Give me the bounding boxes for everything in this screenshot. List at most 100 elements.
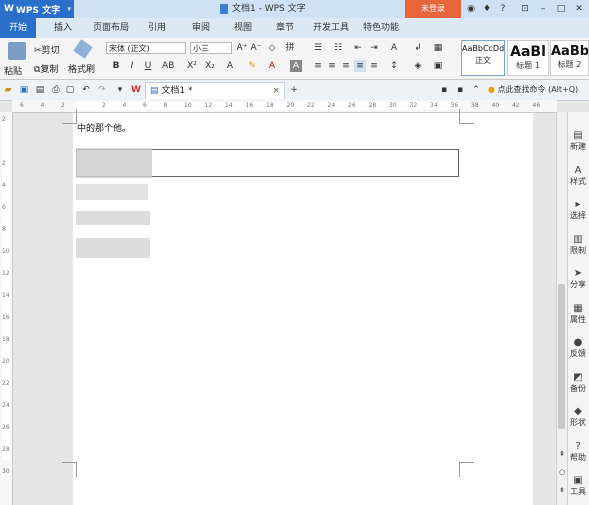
sidebar-item-select[interactable]: ▸ 选择 bbox=[567, 199, 589, 221]
layout-icon[interactable]: ▪ bbox=[438, 84, 450, 96]
pinyin-icon[interactable]: 拼 bbox=[284, 42, 296, 54]
tab-insert[interactable]: 插入 bbox=[48, 18, 78, 38]
style-normal[interactable]: AaBbCcDd 正文 bbox=[461, 40, 505, 76]
ruler-tick-label: 30 bbox=[389, 102, 397, 109]
skin-icon[interactable]: ◉ bbox=[464, 2, 478, 16]
redacted-content bbox=[76, 184, 148, 200]
grow-font-icon[interactable]: A⁺ bbox=[236, 42, 248, 54]
scrollbar-thumb[interactable] bbox=[558, 284, 565, 429]
tab-page-layout[interactable]: 页面布局 bbox=[88, 18, 134, 38]
ruler-tick-label: 4 bbox=[122, 102, 127, 109]
ruler-tick-label: 16 bbox=[2, 314, 10, 321]
shrink-font-icon[interactable]: A⁻ bbox=[250, 42, 262, 54]
format-painter-button[interactable]: 格式刷 bbox=[68, 62, 95, 75]
style-heading-2[interactable]: AaBb 标题 2 bbox=[550, 40, 589, 76]
undo-icon[interactable]: ↶ bbox=[80, 84, 92, 96]
shading-icon[interactable]: ◈ bbox=[412, 60, 424, 72]
line-spacing-icon[interactable]: ↕ bbox=[388, 60, 400, 72]
save-icon[interactable]: ▣ bbox=[18, 84, 30, 96]
cut-button[interactable]: ✂剪切 bbox=[34, 43, 60, 56]
copy-button[interactable]: ⧉复制 bbox=[34, 62, 58, 75]
subscript-icon[interactable]: X₂ bbox=[204, 60, 216, 72]
minimize-ribbon-icon[interactable]: ⌃ bbox=[470, 84, 482, 96]
text-effect-icon[interactable]: A bbox=[224, 60, 236, 72]
show-marks-icon[interactable]: ↲ bbox=[412, 42, 424, 54]
customize-arrow-icon[interactable]: ▾ bbox=[114, 84, 126, 96]
tab-view[interactable]: 视图 bbox=[228, 18, 258, 38]
vertical-ruler[interactable]: 2 2 4 6 8 10 12 14 16 18 20 22 24 26 28 30 bbox=[0, 112, 13, 505]
ruler-tick-label: 46 bbox=[532, 102, 541, 109]
horizontal-ruler[interactable]: 6 4 2 2 4 6 8 10 12 14 16 18 20 22 24 26 28 30 32 34 36 38 40 4… bbox=[12, 100, 557, 113]
style-heading-1[interactable]: AaBl 标题 1 bbox=[507, 40, 549, 76]
align-center-icon[interactable]: ≡ bbox=[326, 60, 338, 72]
tab-features[interactable]: 特色功能 bbox=[360, 18, 402, 38]
open-folder-icon[interactable]: ▰ bbox=[2, 84, 14, 96]
justify-icon[interactable]: ≡ bbox=[354, 60, 366, 72]
sidebar-item-feedback[interactable]: ● 反馈 bbox=[567, 337, 589, 359]
distribute-icon[interactable]: ≡ bbox=[368, 60, 380, 72]
wps-home-icon[interactable]: W bbox=[130, 84, 142, 96]
sidebar-item-share[interactable]: ➤ 分享 bbox=[567, 268, 589, 290]
window-title: 文档1 - WPS 文字 bbox=[220, 0, 380, 18]
numbered-list-icon[interactable]: ☷ bbox=[332, 42, 344, 54]
close-tab-icon[interactable]: × bbox=[272, 83, 280, 99]
ruler-tick-label: 20 bbox=[2, 358, 10, 365]
new-tab-icon[interactable]: + bbox=[288, 84, 300, 96]
minimize-icon[interactable]: – bbox=[536, 2, 550, 16]
paste-icon[interactable] bbox=[8, 42, 26, 60]
document-text-line[interactable]: 中的那个他。 bbox=[77, 121, 131, 134]
ruler-text-area bbox=[2, 120, 10, 460]
sidebar-item-properties[interactable]: ▦ 属性 bbox=[567, 303, 589, 325]
align-right-icon[interactable]: ≡ bbox=[340, 60, 352, 72]
maximize-icon[interactable]: □ bbox=[554, 2, 568, 16]
paste-button[interactable]: 粘贴 bbox=[4, 64, 22, 77]
border-icon[interactable]: ▣ bbox=[432, 60, 444, 72]
italic-icon[interactable]: I bbox=[126, 60, 138, 72]
tab-developer[interactable]: 开发工具 bbox=[310, 18, 352, 38]
crop-mark-top-right bbox=[459, 109, 474, 124]
document-tab[interactable]: ▤ 文档1 * × bbox=[145, 82, 285, 99]
strikethrough-icon[interactable]: AB bbox=[162, 60, 174, 72]
superscript-icon[interactable]: X² bbox=[186, 60, 198, 72]
restore-ribbon-icon[interactable]: ⊡ bbox=[518, 2, 532, 16]
document-icon: ▤ bbox=[150, 86, 159, 96]
font-color-icon[interactable]: A bbox=[266, 60, 278, 72]
bullet-list-icon[interactable]: ☰ bbox=[312, 42, 324, 54]
sidebar-toggle-icon[interactable]: ▪ bbox=[454, 84, 466, 96]
underline-icon[interactable]: U bbox=[142, 60, 154, 72]
clear-format-icon[interactable]: ◇ bbox=[266, 42, 278, 54]
char-shading-icon[interactable]: A bbox=[290, 60, 302, 72]
shirt-icon[interactable]: ♦ bbox=[480, 2, 494, 16]
ruler-tick-label: 8 bbox=[2, 226, 6, 233]
sidebar-item-new-doc[interactable]: ▤ 新建 bbox=[567, 130, 589, 152]
bold-icon[interactable]: B bbox=[110, 60, 122, 72]
decrease-indent-icon[interactable]: ⇤ bbox=[352, 42, 364, 54]
help-icon[interactable]: ? bbox=[496, 2, 510, 16]
print-icon[interactable]: ⎙ bbox=[50, 84, 62, 96]
highlight-icon[interactable]: ✎ bbox=[246, 60, 258, 72]
close-icon[interactable]: ✕ bbox=[572, 2, 586, 16]
increase-indent-icon[interactable]: ⇥ bbox=[368, 42, 380, 54]
chinese-layout-icon[interactable]: A bbox=[388, 42, 400, 54]
command-search[interactable]: ● 点此查找命令 (Alt+Q) bbox=[488, 82, 588, 98]
tab-section[interactable]: 章节 bbox=[270, 18, 300, 38]
redo-icon[interactable]: ↷ bbox=[96, 84, 108, 96]
font-size-select[interactable]: 小三 bbox=[190, 42, 232, 54]
app-menu-button[interactable]: W WPS 文字 ▾ bbox=[0, 0, 74, 18]
align-left-icon[interactable]: ≡ bbox=[312, 60, 324, 72]
print-preview-icon[interactable]: ▢ bbox=[64, 84, 76, 96]
sidebar-item-label: 反馈 bbox=[570, 349, 586, 358]
table-icon[interactable]: ▦ bbox=[432, 42, 444, 54]
sidebar-item-backup[interactable]: ◩ 备份 bbox=[567, 372, 589, 394]
sidebar-item-help[interactable]: ? 帮助 bbox=[567, 441, 589, 463]
font-name-select[interactable]: 宋体 (正文) bbox=[106, 42, 186, 54]
export-pdf-icon[interactable]: ▤ bbox=[34, 84, 46, 96]
sidebar-item-style[interactable]: A 样式 bbox=[567, 165, 589, 187]
tab-references[interactable]: 引用 bbox=[142, 18, 172, 38]
tab-home[interactable]: 开始 bbox=[0, 18, 36, 38]
login-button[interactable]: 未登录 bbox=[405, 0, 461, 18]
sidebar-item-toolbox[interactable]: ▣ 工具 bbox=[567, 475, 589, 497]
sidebar-item-shape[interactable]: ◆ 形状 bbox=[567, 406, 589, 428]
tab-review[interactable]: 审阅 bbox=[186, 18, 216, 38]
sidebar-item-restrict[interactable]: ▥ 限制 bbox=[567, 234, 589, 256]
